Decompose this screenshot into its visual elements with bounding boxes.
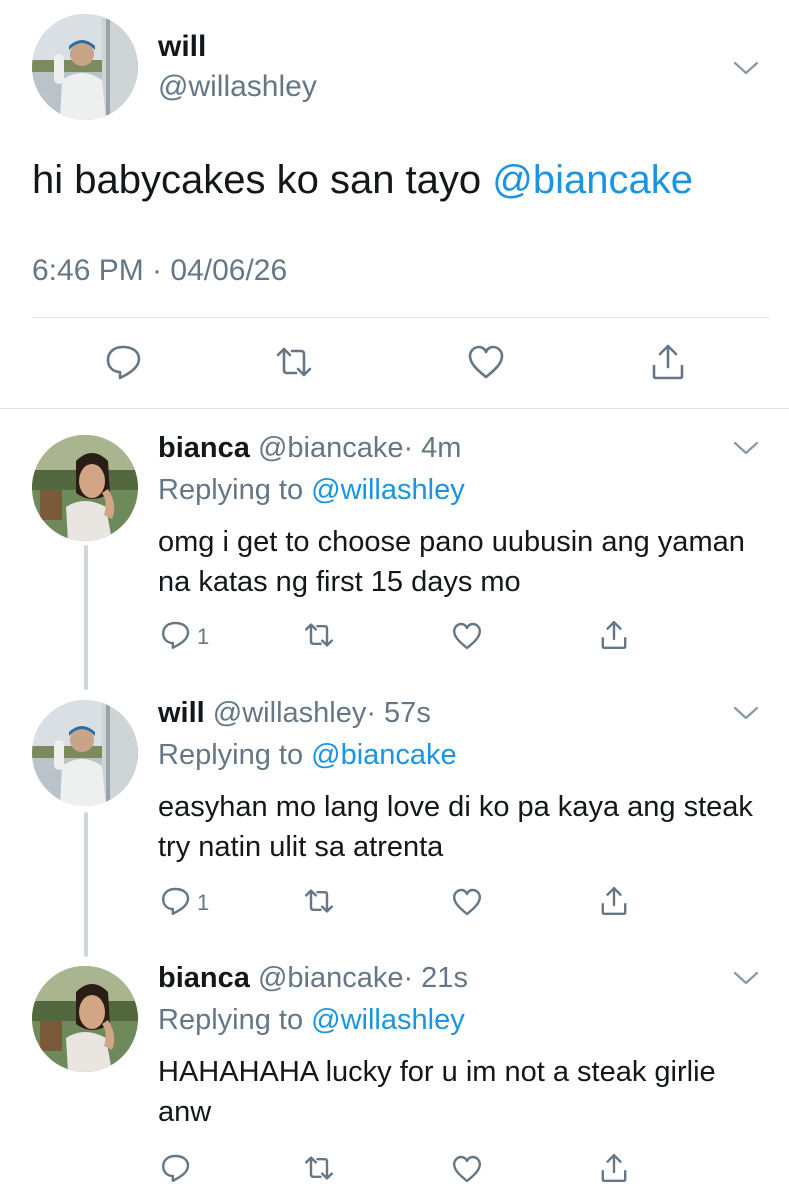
chevron-down-icon[interactable] <box>733 60 759 76</box>
avatar-will[interactable] <box>32 700 138 806</box>
reply-header: bianca @biancake· 4m <box>158 432 461 465</box>
author-name[interactable]: will <box>158 30 206 64</box>
like-icon[interactable] <box>451 1153 483 1185</box>
reply-author-handle[interactable]: @biancake <box>258 432 404 464</box>
share-icon[interactable] <box>598 619 630 651</box>
reply-icon[interactable] <box>160 1152 192 1184</box>
replying-prefix: Replying to <box>158 1004 312 1036</box>
mention-link[interactable]: @biancake <box>492 158 693 202</box>
replying-to-link[interactable]: @willashley <box>311 1004 465 1036</box>
reply-time: · 57s <box>366 697 431 729</box>
share-icon[interactable] <box>598 1152 630 1184</box>
reply-count: 1 <box>197 624 210 649</box>
retweet-icon[interactable] <box>303 619 335 651</box>
replying-to-link[interactable]: @willashley <box>311 474 465 506</box>
avatar-will[interactable] <box>32 14 138 120</box>
chevron-down-icon[interactable] <box>733 970 759 986</box>
tweet-timestamp: 6:46 PM · 04/06/26 <box>32 254 288 287</box>
avatar-bianca[interactable] <box>32 966 138 1072</box>
reply-header: bianca @biancake· 21s <box>158 962 468 995</box>
retweet-icon[interactable] <box>303 885 335 917</box>
section-divider <box>0 408 789 409</box>
tweet-thread-page: will @willashley hi babycakes ko san tay… <box>0 0 789 1200</box>
share-icon[interactable] <box>598 885 630 917</box>
replying-prefix: Replying to <box>158 474 312 506</box>
reply-text: omg i get to choose pano uubusin ang yam… <box>158 526 745 598</box>
replying-to: Replying to @willashley <box>158 1004 465 1037</box>
reply-author-handle[interactable]: @willashley <box>213 697 367 729</box>
retweet-icon[interactable] <box>274 342 314 382</box>
reply-icon[interactable] <box>160 619 192 651</box>
retweet-icon[interactable] <box>303 1152 335 1184</box>
tweet-text: hi babycakes ko san tayo @biancake <box>32 158 693 203</box>
like-icon[interactable] <box>466 342 506 382</box>
thread-line <box>84 812 88 957</box>
replying-to-link[interactable]: @biancake <box>311 739 457 771</box>
reply-author-name[interactable]: will <box>158 697 205 729</box>
thread-line <box>84 545 88 690</box>
chevron-down-icon[interactable] <box>733 705 759 721</box>
reply-time: · 4m <box>403 432 462 464</box>
share-icon[interactable] <box>648 342 688 382</box>
like-icon[interactable] <box>451 886 483 918</box>
reply-icon[interactable] <box>160 885 192 917</box>
reply-icon[interactable] <box>104 342 144 382</box>
reply-author-name[interactable]: bianca <box>158 432 250 464</box>
reply-text: easyhan mo lang love di ko pa kaya ang s… <box>158 791 753 863</box>
reply-time: · 21s <box>403 962 468 994</box>
reply-author-handle[interactable]: @biancake <box>258 962 404 994</box>
like-icon[interactable] <box>451 620 483 652</box>
chevron-down-icon[interactable] <box>733 440 759 456</box>
reply-author-name[interactable]: bianca <box>158 962 250 994</box>
reply-count: 1 <box>197 890 210 915</box>
author-handle[interactable]: @willashley <box>158 70 317 104</box>
reply-header: will @willashley· 57s <box>158 697 431 730</box>
tweet-body: hi babycakes ko san tayo <box>32 158 493 202</box>
reply-text: HAHAHAHA lucky for u im not a steak girl… <box>158 1056 716 1128</box>
avatar-bianca[interactable] <box>32 435 138 541</box>
divider <box>32 317 769 318</box>
replying-to: Replying to @biancake <box>158 739 457 772</box>
replying-to: Replying to @willashley <box>158 474 465 507</box>
replying-prefix: Replying to <box>158 739 312 771</box>
